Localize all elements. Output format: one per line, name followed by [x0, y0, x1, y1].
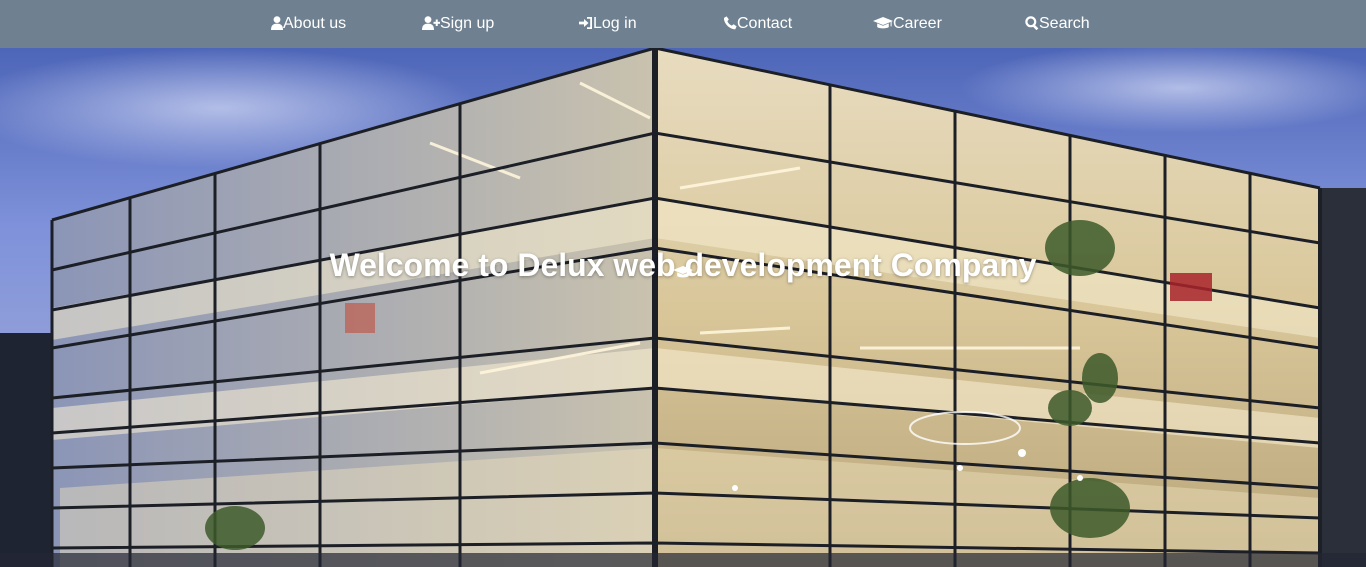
- user-plus-icon: [422, 16, 440, 30]
- page: About us Sign up Log in Contact Career S…: [0, 0, 1366, 567]
- hero-section: Welcome to Delux web development Company: [0, 48, 1366, 567]
- user-icon: [271, 16, 283, 30]
- nav-link-contact[interactable]: Contact: [724, 0, 792, 48]
- nav-link-sign-up[interactable]: Sign up: [422, 0, 494, 48]
- nav-link-career[interactable]: Career: [873, 0, 942, 48]
- nav-link-search[interactable]: Search: [1025, 0, 1090, 48]
- nav-label-about-us: About us: [283, 15, 347, 32]
- nav-label-career: Career: [893, 15, 942, 32]
- nav-label-search: Search: [1039, 15, 1090, 32]
- search-icon: [1025, 16, 1039, 30]
- nav-label-log-in: Log in: [593, 15, 637, 32]
- nav-label-contact: Contact: [737, 15, 793, 32]
- hero-background-image: [0, 48, 1366, 567]
- nav-link-log-in[interactable]: Log in: [579, 0, 637, 48]
- graduation-cap-icon: [673, 265, 693, 284]
- graduation-cap-icon: [873, 17, 893, 29]
- nav-link-about-us[interactable]: About us: [271, 0, 346, 48]
- phone-icon: [724, 16, 737, 30]
- nav-label-sign-up: Sign up: [440, 15, 495, 32]
- sign-in-icon: [579, 17, 592, 29]
- top-navbar: About us Sign up Log in Contact Career S…: [0, 0, 1366, 48]
